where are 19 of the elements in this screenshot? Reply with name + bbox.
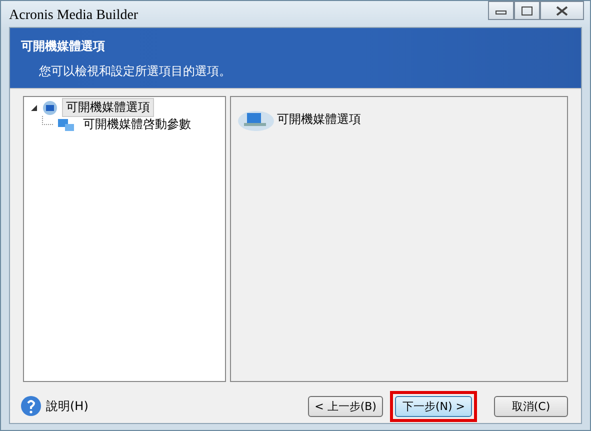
close-button[interactable] — [540, 1, 584, 20]
maximize-icon — [521, 6, 533, 16]
header-subtitle: 您可以檢視和設定所選項目的選項。 — [39, 63, 232, 80]
dialog-button[interactable]: 下一步(N) > — [395, 396, 472, 416]
tree-item[interactable]: 可開機媒體啓動參數 — [79, 115, 195, 134]
close-icon — [555, 6, 569, 16]
help-link[interactable]: 說明(H) — [46, 398, 88, 414]
network-computer-icon — [57, 116, 75, 132]
window-title: Acronis Media Builder — [9, 8, 138, 25]
monitor-icon — [42, 100, 58, 116]
detail-title: 可開機媒體選項 — [277, 110, 361, 128]
help-icon[interactable] — [20, 395, 42, 417]
header-title: 可開機媒體選項 — [21, 38, 106, 55]
expander-icon[interactable] — [30, 104, 38, 112]
dialog-button[interactable]: < 上一步(B) — [308, 396, 384, 416]
minimize-button[interactable] — [488, 1, 514, 20]
dialog-button[interactable]: 取消(C) — [494, 396, 568, 416]
maximize-button[interactable] — [514, 1, 540, 20]
tree-item[interactable]: 可開機媒體選項 — [62, 98, 154, 117]
